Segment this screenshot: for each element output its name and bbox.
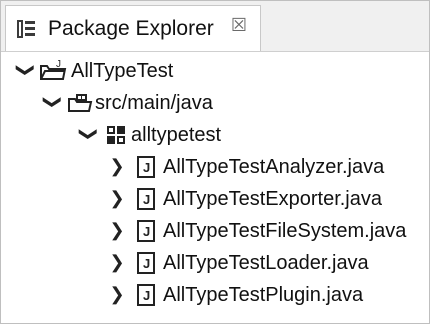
tree-item-file[interactable]: ❯ J AllTypeTestLoader.java xyxy=(1,247,429,279)
file-label: AllTypeTestPlugin.java xyxy=(163,284,364,306)
tree-item-file[interactable]: ❯ J AllTypeTestPlugin.java xyxy=(1,279,429,311)
package-explorer-icon xyxy=(17,20,35,38)
chevron-right-icon[interactable]: ❯ xyxy=(109,253,125,271)
svg-text:J: J xyxy=(143,224,150,239)
tree-item-file[interactable]: ❯ J AllTypeTestAnalyzer.java xyxy=(1,151,429,183)
svg-text:J: J xyxy=(143,192,150,207)
chevron-right-icon[interactable]: ❯ xyxy=(109,285,125,303)
java-file-icon: J xyxy=(137,252,155,274)
view-tab-bar: Package Explorer ☒ xyxy=(1,1,429,52)
package-label: alltypetest xyxy=(131,124,222,146)
chevron-down-icon[interactable]: ❯ xyxy=(79,126,99,142)
tree-item-project[interactable]: ❯ J AllTypeTest xyxy=(1,55,429,87)
java-file-icon: J xyxy=(137,284,155,306)
tree-item-file[interactable]: ❯ J AllTypeTestFileSystem.java xyxy=(1,215,429,247)
file-label: AllTypeTestExporter.java xyxy=(163,188,382,210)
file-label: AllTypeTestFileSystem.java xyxy=(163,220,407,242)
java-project-folder-icon: J xyxy=(40,60,67,80)
java-file-icon: J xyxy=(137,156,155,178)
tree-item-file[interactable]: ❯ J AllTypeTestExporter.java xyxy=(1,183,429,215)
svg-text:J: J xyxy=(143,288,150,303)
source-folder-label: src/main/java xyxy=(95,92,213,114)
tree-item-package[interactable]: ❯ alltypetest xyxy=(1,119,429,151)
package-icon xyxy=(107,126,125,144)
tree-item-source-folder[interactable]: ❯ src/main/java xyxy=(1,87,429,119)
file-label: AllTypeTestAnalyzer.java xyxy=(163,156,385,178)
svg-text:J: J xyxy=(56,60,61,70)
file-label: AllTypeTestLoader.java xyxy=(163,252,369,274)
project-label: AllTypeTest xyxy=(71,60,174,82)
tab-package-explorer[interactable]: Package Explorer ☒ xyxy=(5,5,261,51)
svg-text:J: J xyxy=(143,160,150,175)
source-folder-icon xyxy=(68,94,93,112)
svg-text:J: J xyxy=(143,256,150,271)
chevron-right-icon[interactable]: ❯ xyxy=(109,221,125,239)
package-explorer-view: Package Explorer ☒ ❯ J AllTypeTest ❯ src… xyxy=(0,0,430,324)
java-file-icon: J xyxy=(137,220,155,242)
chevron-down-icon[interactable]: ❯ xyxy=(16,62,36,78)
tab-title: Package Explorer xyxy=(48,17,214,40)
chevron-down-icon[interactable]: ❯ xyxy=(43,94,63,110)
java-file-icon: J xyxy=(137,188,155,210)
close-icon[interactable]: ☒ xyxy=(230,16,248,34)
chevron-right-icon[interactable]: ❯ xyxy=(109,157,125,175)
chevron-right-icon[interactable]: ❯ xyxy=(109,189,125,207)
